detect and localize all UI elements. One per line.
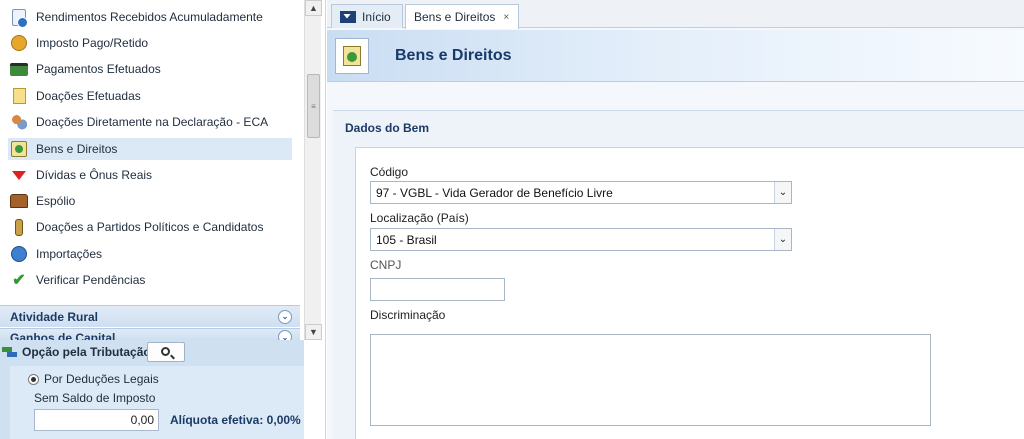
section-ganhos-capital[interactable]: Ganhos de Capital ⌄ — [0, 328, 300, 340]
chevron-double-down-icon[interactable]: ⌄ — [278, 330, 292, 340]
saldo-label: Sem Saldo de Imposto — [34, 391, 156, 405]
search-icon — [160, 346, 170, 356]
bens-icon — [335, 38, 369, 74]
tab-label: Início — [362, 9, 391, 24]
codigo-select[interactable]: 97 - VGBL - Vida Gerador de Benefício Li… — [370, 181, 792, 204]
sidebar-item-label: Doações Diretamente na Declaração - ECA — [36, 115, 269, 129]
sidebar-item-label: Verificar Pendências — [36, 273, 146, 287]
tax-header: Opção pela Tributação: — [0, 340, 304, 364]
localizacao-value: 105 - Brasil — [376, 232, 437, 247]
coin-hand-icon — [10, 34, 28, 52]
chevron-down-icon[interactable]: ⌄ — [774, 182, 791, 203]
saldo-value: 0,00 — [34, 409, 159, 431]
sidebar-item-dividas[interactable]: Dívidas e Ônus Reais — [8, 164, 292, 186]
sidebar-item-doacoes-partidos[interactable]: Doações a Partidos Políticos e Candidato… — [8, 216, 292, 238]
cnpj-field[interactable] — [370, 278, 505, 301]
tax-title: Opção pela Tributação: — [22, 345, 155, 359]
section-title: Dados do Bem — [345, 121, 430, 135]
radio-label: Por Deduções Legais — [44, 372, 159, 386]
scroll-up-icon[interactable]: ▲ — [305, 0, 322, 16]
people-icon — [10, 113, 28, 131]
sidebar-item-verificar[interactable]: ✔ Verificar Pendências — [8, 269, 292, 291]
checkmark-icon: ✔ — [12, 272, 26, 289]
tax-body: Por Deduções Legais Sem Saldo de Imposto… — [10, 366, 304, 439]
sidebar-item-importacoes[interactable]: Importações — [8, 243, 292, 265]
tab-bens-direitos[interactable]: Bens e Direitos × — [405, 4, 519, 29]
tax-option-panel: Opção pela Tributação: Por Deduções Lega… — [0, 340, 304, 439]
sidebar-item-label: Doações a Partidos Políticos e Candidato… — [36, 220, 264, 234]
sidebar-item-label: Espólio — [36, 194, 76, 208]
sidebar-scrollbar[interactable]: ▲ ≡ ▼ — [304, 0, 322, 340]
section-label: Ganhos de Capital — [10, 331, 116, 340]
tab-inicio[interactable]: Início — [331, 4, 403, 28]
sidebar-nav-list: Rendimentos Recebidos Acumuladamente Imp… — [0, 0, 304, 300]
sidebar-item-label: Bens e Direitos — [36, 142, 118, 156]
chevron-down-icon[interactable]: ⌄ — [774, 229, 791, 250]
import-icon — [10, 245, 28, 263]
sidebar-item-label: Pagamentos Efetuados — [36, 62, 161, 76]
section-atividade-rural[interactable]: Atividade Rural ⌄ — [0, 305, 300, 327]
sidebar-item-label: Importações — [36, 247, 103, 261]
document-info-icon — [10, 8, 28, 28]
aliquota-efetiva: Alíquota efetiva: 0,00% — [170, 413, 301, 427]
bens-icon — [10, 140, 28, 158]
codigo-label: Código — [370, 165, 409, 179]
gift-document-icon — [10, 87, 28, 105]
search-button[interactable] — [147, 342, 185, 362]
close-icon[interactable]: × — [503, 12, 509, 23]
sidebar-item-label: Imposto Pago/Retido — [36, 36, 149, 50]
scroll-down-icon[interactable]: ▼ — [305, 324, 322, 340]
exchange-arrows-icon — [2, 345, 18, 359]
form-box: Código 97 - VGBL - Vida Gerador de Benef… — [355, 147, 1024, 439]
radio-deducoes-legais[interactable]: Por Deduções Legais — [28, 372, 159, 386]
sidebar-item-label: Rendimentos Recebidos Acumuladamente — [36, 10, 263, 24]
cnpj-label: CNPJ — [370, 258, 402, 272]
tab-label: Bens e Direitos — [414, 10, 496, 24]
card-icon — [10, 60, 28, 78]
sidebar: Rendimentos Recebidos Acumuladamente Imp… — [0, 0, 326, 439]
red-arrow-down-icon — [10, 166, 28, 184]
sidebar-item-label: Doações Efetuadas — [36, 89, 141, 103]
radio-selected-icon[interactable] — [28, 373, 39, 385]
chest-icon — [10, 192, 28, 210]
localizacao-select[interactable]: 105 - Brasil ⌄ — [370, 228, 792, 251]
page-title: Bens e Direitos — [395, 47, 512, 64]
sidebar-item-label: Dívidas e Ônus Reais — [36, 168, 153, 182]
sidebar-item-rendimentos-acumulados[interactable]: Rendimentos Recebidos Acumuladamente — [8, 6, 292, 28]
scroll-thumb[interactable]: ≡ — [307, 74, 320, 138]
sidebar-item-espolio[interactable]: Espólio — [8, 190, 292, 212]
localizacao-label: Localização (País) — [370, 211, 469, 225]
bottle-icon — [10, 218, 28, 236]
main-area: Início Bens e Direitos × Bens e Direitos… — [327, 0, 1024, 439]
sidebar-item-imposto-pago[interactable]: Imposto Pago/Retido — [8, 32, 292, 54]
sidebar-item-pagamentos[interactable]: Pagamentos Efetuados — [8, 58, 292, 80]
section-label: Atividade Rural — [10, 309, 99, 324]
chevron-double-down-icon[interactable]: ⌄ — [278, 309, 292, 324]
sidebar-item-doacoes[interactable]: Doações Efetuadas — [8, 85, 292, 107]
sidebar-item-doacoes-eca[interactable]: Doações Diretamente na Declaração - ECA — [8, 111, 292, 133]
sidebar-item-bens-direitos[interactable]: Bens e Direitos — [8, 138, 292, 160]
home-flag-icon — [340, 10, 356, 23]
tab-bar: Início Bens e Direitos × — [327, 0, 1024, 29]
discriminacao-textarea[interactable] — [370, 334, 931, 426]
discriminacao-label: Discriminação — [370, 308, 446, 322]
dados-do-bem-section: Dados do Bem Código 97 - VGBL - Vida Ger… — [333, 110, 1024, 439]
page-header: Bens e Direitos — [327, 30, 1024, 82]
codigo-value: 97 - VGBL - Vida Gerador de Benefício Li… — [376, 185, 613, 200]
